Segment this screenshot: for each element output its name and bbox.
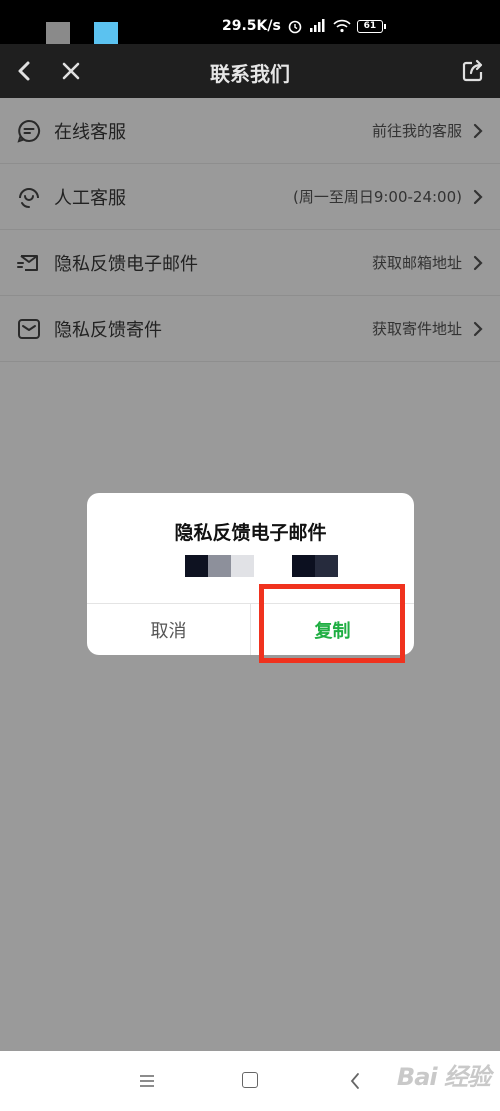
list-item-privacy-mail[interactable]: 隐私反馈寄件 获取寄件地址 [0, 296, 500, 362]
network-speed: 29.5K/s [222, 18, 281, 34]
status-bar: 29.5K/s 61 [0, 0, 500, 46]
notification-icon [94, 22, 118, 46]
list-item-online-service[interactable]: 在线客服 前往我的客服 [0, 98, 500, 164]
redaction-block [208, 555, 231, 577]
redaction-gap [254, 555, 292, 577]
list-item-human-service[interactable]: 人工客服 (周一至周日9:00-24:00) [0, 164, 500, 230]
alarm-icon [288, 20, 302, 34]
share-icon[interactable] [458, 56, 488, 86]
notification-icon [46, 22, 70, 46]
battery-icon: 61 [356, 19, 386, 33]
redaction-block [292, 555, 315, 577]
chevron-right-icon [473, 255, 483, 270]
redaction-block [231, 555, 254, 577]
battery-level: 61 [363, 21, 377, 31]
contact-list: 在线客服 前往我的客服 人工客服 (周一至周日9:00-24:00) 隐私反馈电… [0, 98, 500, 362]
list-item-value: 前往我的客服 [371, 122, 462, 140]
status-app-icons [46, 22, 118, 46]
cancel-button[interactable]: 取消 [87, 604, 250, 655]
chevron-right-icon [473, 321, 483, 336]
list-item-value: 获取邮箱地址 [371, 254, 462, 272]
list-item-label: 人工客服 [54, 187, 126, 209]
email-list-icon [17, 254, 38, 271]
list-item-label: 隐私反馈寄件 [54, 319, 162, 341]
status-indicators: 29.5K/s 61 [222, 18, 386, 34]
dialog-title: 隐私反馈电子邮件 [174, 522, 327, 544]
agent-icon [19, 187, 39, 208]
home-icon[interactable] [242, 1072, 258, 1088]
redaction-block [315, 555, 338, 577]
chevron-right-icon [473, 189, 483, 204]
wifi-icon [333, 19, 351, 33]
email-redacted [185, 555, 338, 577]
nav-bar: 联系我们 [0, 44, 500, 98]
list-item-label: 在线客服 [54, 121, 126, 143]
mail-icon [18, 318, 40, 339]
signal-icon [309, 19, 325, 32]
page-title: 联系我们 [210, 62, 290, 86]
redaction-block [185, 555, 208, 577]
list-item-privacy-email[interactable]: 隐私反馈电子邮件 获取邮箱地址 [0, 230, 500, 296]
chat-icon [17, 119, 41, 143]
list-item-label: 隐私反馈电子邮件 [54, 253, 198, 275]
highlight-annotation [259, 584, 405, 663]
list-item-value: (周一至周日9:00-24:00) [292, 188, 462, 206]
nav-back-icon[interactable] [348, 1071, 362, 1091]
chevron-right-icon [473, 123, 483, 138]
menu-icon[interactable] [138, 1073, 156, 1089]
system-nav-bar: Bai 经验 [0, 1051, 500, 1111]
watermark: Bai 经验 [396, 1063, 491, 1091]
list-item-value: 获取寄件地址 [371, 320, 462, 338]
